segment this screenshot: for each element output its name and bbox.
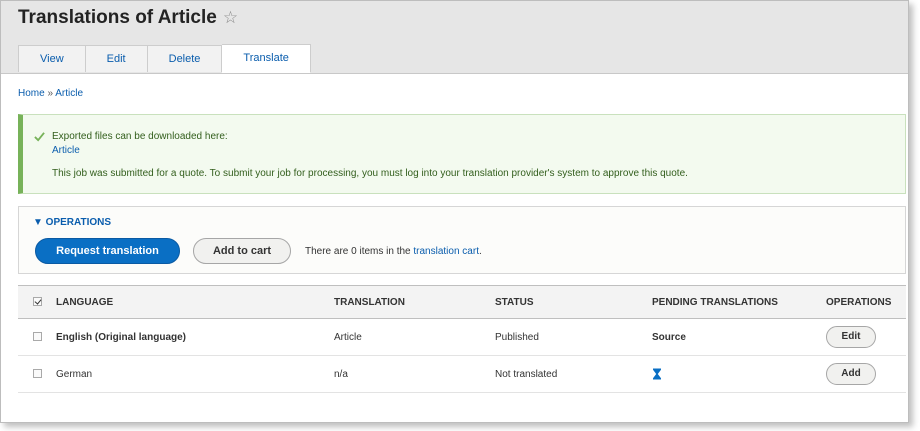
translations-table: LANGUAGE TRANSLATION STATUS PENDING TRAN…: [18, 285, 906, 393]
breadcrumb-home[interactable]: Home: [18, 88, 45, 99]
row-checkbox[interactable]: [32, 369, 42, 379]
cell-pending: Source: [652, 318, 826, 356]
star-outline-icon[interactable]: ☆: [223, 8, 238, 27]
select-all-checkbox[interactable]: [32, 297, 42, 307]
cell-language: German: [56, 355, 334, 393]
header-language[interactable]: LANGUAGE: [56, 285, 334, 319]
tab-edit[interactable]: Edit: [85, 45, 148, 72]
cart-text-suffix: .: [478, 246, 482, 257]
page-title-text: Translations of Article: [18, 7, 217, 28]
tab-translate[interactable]: Translate: [222, 44, 311, 73]
page-title: Translations of Article ☆: [18, 7, 238, 29]
cart-text-prefix: There are 0 items in the: [305, 246, 414, 257]
operations-toggle[interactable]: ▼ OPERATIONS: [33, 217, 111, 228]
row-select-cell: [18, 355, 56, 393]
message-export-text: Exported files can be downloaded here:: [52, 131, 228, 142]
message-article-link[interactable]: Article: [52, 145, 80, 156]
header-translation[interactable]: TRANSLATION: [334, 285, 495, 319]
status-message: Exported files can be downloaded here: A…: [18, 114, 906, 194]
table-row: English (Original language) Article Publ…: [18, 318, 906, 356]
header-operations: OPERATIONS: [826, 285, 906, 319]
select-all-header: [18, 285, 56, 319]
breadcrumb: Home » Article: [18, 88, 83, 99]
request-translation-button[interactable]: Request translation: [35, 238, 180, 264]
cell-translation-link[interactable]: Article: [334, 318, 495, 356]
header-pending[interactable]: PENDING TRANSLATIONS: [652, 285, 826, 319]
tab-delete[interactable]: Delete: [147, 45, 223, 72]
cell-status: Not translated: [495, 355, 652, 393]
check-icon: [34, 132, 45, 142]
page-header: Translations of Article ☆ View Edit Delet…: [1, 1, 908, 74]
row-checkbox[interactable]: [32, 332, 42, 342]
tab-view[interactable]: View: [18, 45, 86, 72]
cell-status: Published: [495, 318, 652, 356]
primary-tabs: View Edit Delete Translate: [18, 44, 311, 73]
cell-operations: Edit: [826, 318, 906, 356]
header-status[interactable]: STATUS: [495, 285, 652, 319]
operations-panel: ▼ OPERATIONS Request translation Add to …: [18, 206, 906, 274]
breadcrumb-separator: »: [47, 88, 54, 99]
cell-pending: [652, 355, 826, 393]
row-select-cell: [18, 318, 56, 356]
add-to-cart-button[interactable]: Add to cart: [193, 238, 291, 264]
table-header-row: LANGUAGE TRANSLATION STATUS PENDING TRAN…: [18, 285, 906, 319]
cell-language: English (Original language): [56, 318, 334, 356]
message-quote-text: This job was submitted for a quote. To s…: [52, 168, 688, 179]
browser-frame: Translations of Article ☆ View Edit Delet…: [0, 0, 909, 423]
table-row: German n/a Not translated Add: [18, 355, 906, 393]
hourglass-icon: [653, 368, 661, 380]
cell-operations: Add: [826, 355, 906, 393]
translation-cart-link[interactable]: translation cart: [413, 246, 479, 257]
breadcrumb-article[interactable]: Article: [55, 88, 83, 99]
edit-button[interactable]: Edit: [826, 326, 876, 348]
cart-status-text: There are 0 items in the translation car…: [305, 246, 482, 257]
cell-translation: n/a: [334, 355, 495, 393]
add-button[interactable]: Add: [826, 363, 876, 385]
